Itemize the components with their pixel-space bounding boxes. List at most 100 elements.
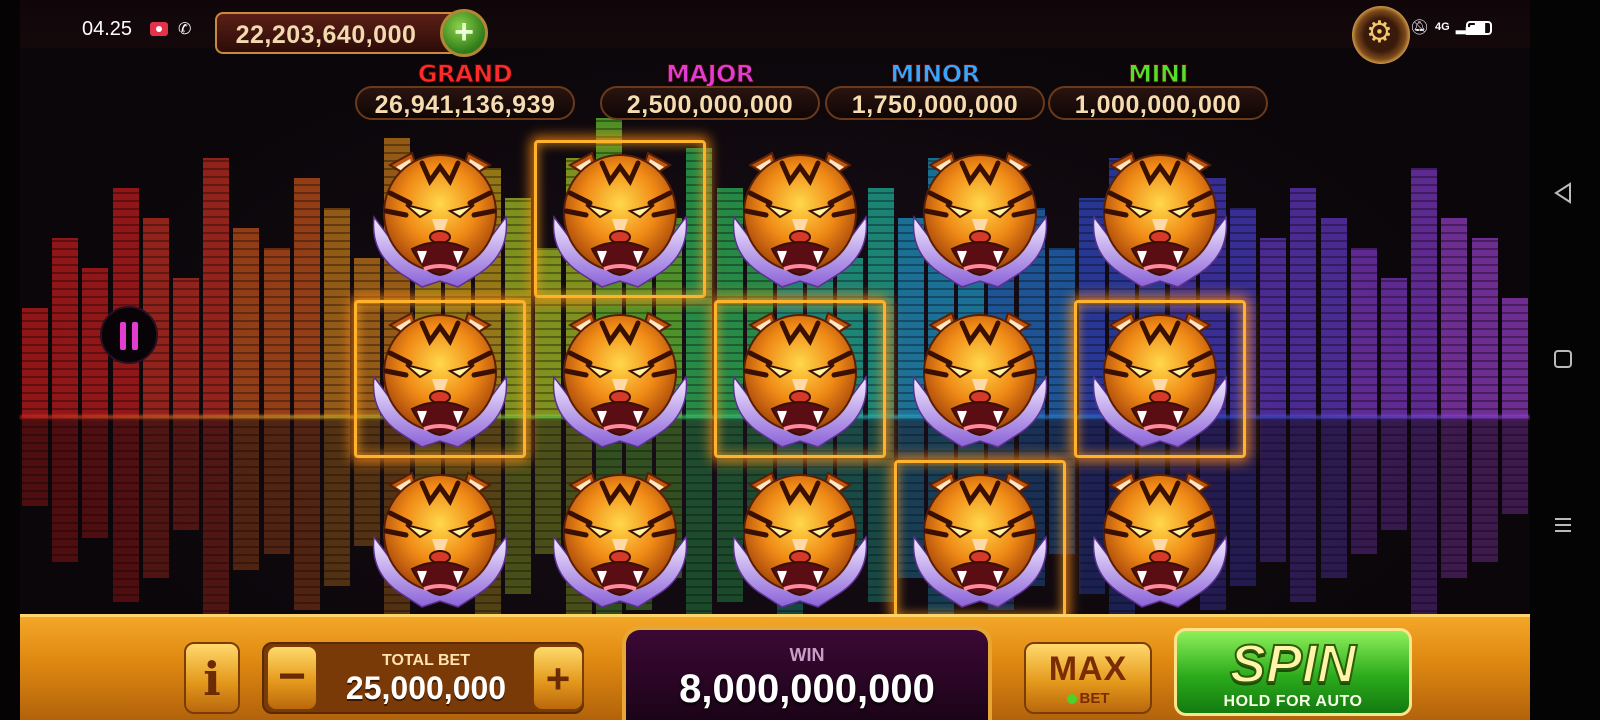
status-time: 04.25 bbox=[82, 18, 133, 40]
mute-icon: 🔕︎ bbox=[1410, 19, 1430, 36]
jackpot-value: 2,500,000,000 bbox=[626, 91, 794, 119]
equalizer-bar bbox=[324, 208, 350, 418]
equalizer-reflection bbox=[173, 418, 199, 530]
tiger-symbol bbox=[540, 305, 700, 455]
equalizer-bar bbox=[112, 188, 139, 418]
jackpot-major: MAJOR 2,500,000,000 bbox=[600, 60, 820, 120]
jackpot-label: MAJOR bbox=[666, 60, 755, 89]
equalizer-bar bbox=[1381, 278, 1407, 418]
equalizer-reflection bbox=[324, 418, 350, 586]
jackpot-value-box: 26,941,136,939 bbox=[355, 86, 575, 120]
jackpot-minor: MINOR 1,750,000,000 bbox=[825, 60, 1045, 120]
equalizer-reflection bbox=[1350, 418, 1377, 554]
equalizer-bar bbox=[1411, 168, 1438, 418]
recents-button[interactable] bbox=[1548, 510, 1578, 540]
back-button[interactable] bbox=[1548, 178, 1578, 208]
jackpot-value-box: 1,750,000,000 bbox=[825, 86, 1045, 120]
equalizer-bar bbox=[1501, 298, 1528, 418]
jackpot-value: 26,941,136,939 bbox=[374, 91, 556, 119]
max-bet-indicator bbox=[1066, 694, 1077, 704]
jackpot-label: MINOR bbox=[890, 60, 981, 89]
tiger-symbol bbox=[900, 305, 1060, 455]
equalizer-bar bbox=[203, 158, 230, 418]
tiger-symbol bbox=[540, 465, 700, 615]
info-button[interactable]: i bbox=[184, 642, 240, 714]
equalizer-reflection bbox=[1501, 418, 1528, 514]
winning-frame bbox=[354, 300, 526, 458]
home-icon bbox=[1554, 350, 1572, 368]
jackpot-label: GRAND bbox=[417, 60, 513, 89]
equalizer-bar bbox=[233, 228, 260, 418]
screen-record-icon bbox=[150, 22, 168, 36]
spin-sub-label: HOLD FOR AUTO bbox=[1223, 693, 1363, 710]
equalizer-bar bbox=[1260, 238, 1287, 418]
equalizer-reflection bbox=[233, 418, 260, 570]
spin-label: SPIN bbox=[1229, 633, 1357, 695]
winning-frame bbox=[894, 460, 1066, 618]
equalizer-bar bbox=[1471, 238, 1498, 418]
left-edge bbox=[0, 0, 20, 720]
max-bet-label: MAX bbox=[1048, 650, 1128, 688]
equalizer-reflection bbox=[22, 418, 48, 506]
total-bet-label: TOTAL BET bbox=[382, 652, 470, 669]
pause-icon-bar bbox=[132, 322, 138, 350]
tiger-symbol bbox=[720, 145, 880, 295]
slot-game-screen: 04.25 ✆ 22,203,640,000 + ⚙ 🔕︎ 4G ▂▄▆ GRA… bbox=[0, 0, 1600, 720]
phone-icon: ✆ bbox=[178, 21, 192, 38]
gear-icon: ⚙ bbox=[1366, 16, 1393, 49]
equalizer-reflection bbox=[82, 418, 109, 538]
coin-balance-value: 22,203,640,000 bbox=[235, 21, 417, 49]
home-button[interactable] bbox=[1548, 344, 1578, 374]
jackpot-mini: MINI 1,000,000,000 bbox=[1048, 60, 1268, 120]
pause-button[interactable] bbox=[100, 306, 158, 364]
battery-icon bbox=[1466, 21, 1492, 35]
equalizer-reflection bbox=[293, 418, 320, 610]
equalizer-reflection bbox=[263, 418, 290, 554]
equalizer-reflection bbox=[112, 418, 139, 602]
equalizer-bar bbox=[1320, 218, 1347, 418]
equalizer-reflection bbox=[1441, 418, 1468, 578]
max-bet-sub-label: BET bbox=[1079, 690, 1110, 707]
equalizer-bar bbox=[52, 238, 79, 418]
winning-frame bbox=[1074, 300, 1246, 458]
jackpot-label: MINI bbox=[1128, 60, 1189, 89]
jackpot-value: 1,750,000,000 bbox=[851, 91, 1019, 119]
tiger-symbol bbox=[1080, 465, 1240, 615]
equalizer-bar bbox=[293, 178, 320, 418]
winning-frame bbox=[714, 300, 886, 458]
max-bet-sub: BET bbox=[1026, 690, 1150, 707]
menu-icon bbox=[1555, 518, 1571, 532]
win-value: 8,000,000,000 bbox=[679, 667, 935, 711]
increase-bet-button[interactable]: + bbox=[532, 645, 584, 711]
settings-button[interactable]: ⚙ bbox=[1352, 6, 1410, 64]
equalizer-bar bbox=[263, 248, 290, 418]
tiger-symbol bbox=[360, 465, 520, 615]
equalizer-bar bbox=[173, 278, 199, 418]
jackpot-value-box: 2,500,000,000 bbox=[600, 86, 820, 120]
spin-button[interactable]: SPIN HOLD FOR AUTO bbox=[1174, 628, 1412, 716]
win-label: WIN bbox=[789, 645, 825, 665]
decrease-bet-button[interactable]: − bbox=[266, 645, 318, 711]
equalizer-bar bbox=[1290, 188, 1317, 418]
equalizer-reflection bbox=[1411, 418, 1438, 618]
tiger-symbol bbox=[900, 145, 1060, 295]
tiger-symbol bbox=[1080, 145, 1240, 295]
equalizer-reflection bbox=[1290, 418, 1317, 602]
jackpot-grand: GRAND 26,941,136,939 bbox=[355, 60, 575, 120]
equalizer-reflection bbox=[203, 418, 230, 626]
equalizer-reflection bbox=[1471, 418, 1498, 562]
tiger-symbol bbox=[720, 465, 880, 615]
max-bet-button[interactable]: MAX BET bbox=[1024, 642, 1152, 714]
add-coins-button[interactable]: + bbox=[440, 9, 488, 57]
pause-icon bbox=[120, 322, 126, 350]
tiger-symbol bbox=[360, 145, 520, 295]
navigation-bar bbox=[1530, 0, 1600, 720]
equalizer-reflection bbox=[142, 418, 169, 578]
equalizer-bar bbox=[1350, 248, 1377, 418]
equalizer-reflection bbox=[1260, 418, 1287, 562]
total-bet-value: 25,000,000 bbox=[345, 670, 507, 706]
network-label: 4G bbox=[1435, 21, 1450, 33]
jackpot-value: 1,000,000,000 bbox=[1074, 91, 1242, 119]
winning-frame bbox=[534, 140, 706, 298]
equalizer-reflection bbox=[1381, 418, 1407, 530]
